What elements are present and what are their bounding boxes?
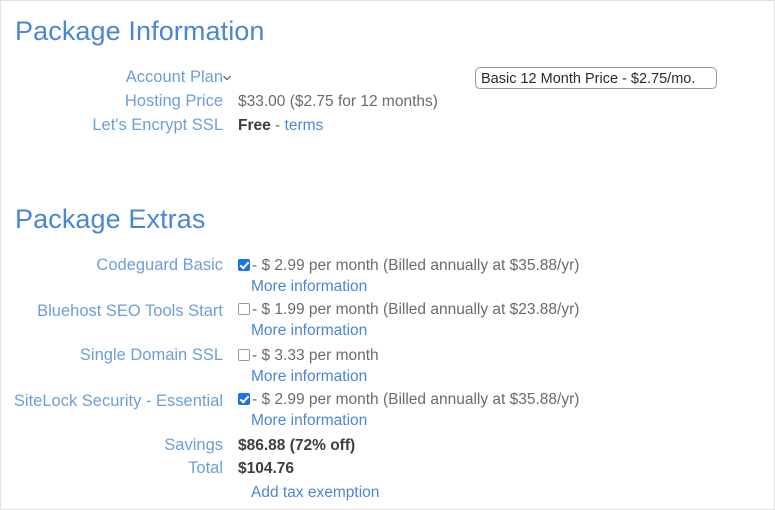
extra-label-single-domain-ssl: Single Domain SSL xyxy=(1,345,223,366)
savings-value: $86.88 (72% off) xyxy=(238,435,355,456)
account-plan-select[interactable]: Basic 12 Month Price - $2.75/mo. xyxy=(475,67,717,89)
extra-price-line-single-domain-ssl: - $ 3.33 per month xyxy=(238,346,379,366)
extra-checkbox-single-domain-ssl[interactable] xyxy=(238,349,250,361)
ssl-value-group: Free - terms xyxy=(238,115,323,136)
extra-price-text-sitelock-security-essential: - $ 2.99 per month (Billed annually at $… xyxy=(252,391,579,408)
ssl-label: Let's Encrypt SSL xyxy=(1,115,223,136)
extra-price-line-bluehost-seo-tools-start: - $ 1.99 per month (Billed annually at $… xyxy=(238,300,579,320)
hosting-price-value: $33.00 ($2.75 for 12 months) xyxy=(238,91,438,112)
ssl-separator: - xyxy=(271,117,285,134)
more-information-link-bluehost-seo-tools-start[interactable]: More information xyxy=(251,321,367,341)
extra-label-codeguard-basic: Codeguard Basic xyxy=(1,255,223,276)
total-value: $104.76 xyxy=(238,458,294,479)
extra-checkbox-bluehost-seo-tools-start[interactable] xyxy=(238,303,250,315)
extra-price-line-sitelock-security-essential: - $ 2.99 per month (Billed annually at $… xyxy=(238,390,579,410)
total-label: Total xyxy=(1,458,223,479)
more-information-link-codeguard-basic[interactable]: More information xyxy=(251,277,367,297)
add-tax-exemption-link[interactable]: Add tax exemption xyxy=(251,483,379,503)
ssl-value: Free xyxy=(238,117,271,134)
extra-label-sitelock-security-essential: SiteLock Security - Essential xyxy=(1,389,223,413)
extra-checkbox-sitelock-security-essential[interactable] xyxy=(238,393,250,405)
chevron-down-icon xyxy=(223,74,231,82)
extra-price-text-single-domain-ssl: - $ 3.33 per month xyxy=(252,347,379,364)
extra-price-text-codeguard-basic: - $ 2.99 per month (Billed annually at $… xyxy=(252,257,579,274)
extra-label-bluehost-seo-tools-start: Bluehost SEO Tools Start xyxy=(1,299,223,323)
hosting-price-label: Hosting Price xyxy=(1,91,223,112)
extra-price-line-codeguard-basic: - $ 2.99 per month (Billed annually at $… xyxy=(238,256,579,276)
more-information-link-sitelock-security-essential[interactable]: More information xyxy=(251,411,367,431)
package-details-panel: Package Information Account Plan Basic 1… xyxy=(0,0,775,510)
more-information-link-single-domain-ssl[interactable]: More information xyxy=(251,367,367,387)
ssl-terms-link[interactable]: terms xyxy=(285,117,324,134)
package-information-heading: Package Information xyxy=(15,16,265,47)
package-extras-heading: Package Extras xyxy=(15,204,206,235)
savings-label: Savings xyxy=(1,435,223,456)
extra-price-text-bluehost-seo-tools-start: - $ 1.99 per month (Billed annually at $… xyxy=(252,301,579,318)
account-plan-label: Account Plan xyxy=(1,67,223,88)
extra-checkbox-codeguard-basic[interactable] xyxy=(238,259,250,271)
